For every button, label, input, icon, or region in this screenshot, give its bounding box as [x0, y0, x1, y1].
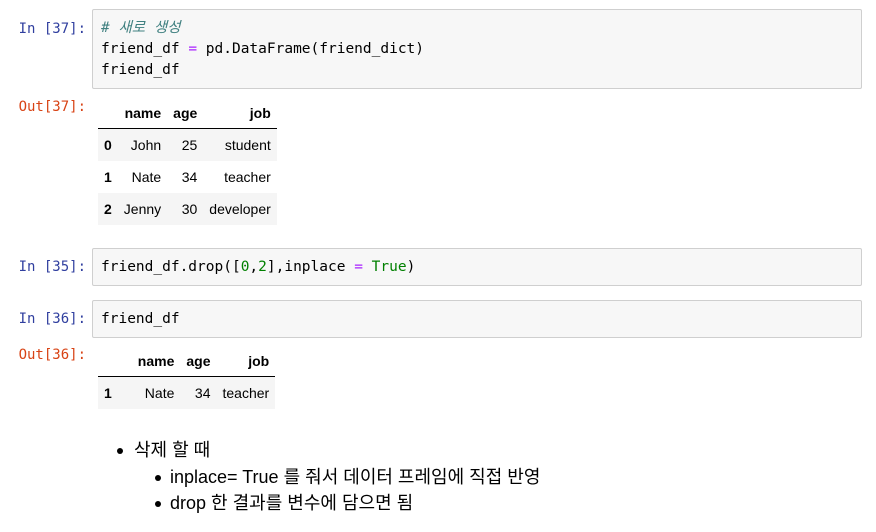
square-bullet-icon — [155, 501, 161, 507]
list-item-text: 삭제 할 때 — [134, 440, 211, 460]
index-header — [98, 345, 118, 377]
column-header: name — [117, 345, 181, 377]
sub-list-item-text: drop 한 결과를 변수에 담으면 됨 — [170, 493, 414, 513]
sub-list-item-text: inplace= True 를 줘서 데이터 프레임에 직접 반영 — [170, 467, 541, 487]
table-cell: 30 — [181, 201, 198, 217]
table-row: 0 John 25 student — [98, 128, 277, 161]
code-editor[interactable]: friend_df.drop([0,2],inplace = True) — [92, 248, 862, 286]
code-editor[interactable]: # 새로 생성 friend_df = pd.DataFrame(friend_… — [92, 9, 862, 89]
output-prompt: Out[36]: — [18, 347, 86, 363]
table-cell: teacher — [222, 385, 270, 401]
table-cell: developer — [209, 201, 271, 217]
code-editor[interactable]: friend_df — [92, 300, 862, 338]
code-comment: # 새로 생성 — [101, 20, 181, 36]
table-cell: Nate — [131, 169, 162, 185]
input-prompt: In [36]: — [18, 311, 86, 327]
table-cell: student — [224, 137, 271, 153]
index-header — [98, 97, 118, 129]
markdown-cell[interactable]: 삭제 할 때 inplace= True 를 줘서 데이터 프레임에 직접 반영… — [98, 436, 540, 516]
table-cell: 25 — [181, 137, 198, 153]
row-index: 2 — [104, 201, 112, 217]
dataframe-table: name age job 0 John 25 student 1 Nate 34… — [98, 97, 277, 225]
column-header: job — [203, 97, 277, 129]
list-item: 삭제 할 때 inplace= True 를 줘서 데이터 프레임에 직접 반영… — [98, 436, 540, 516]
bullet-list: 삭제 할 때 inplace= True 를 줘서 데이터 프레임에 직접 반영… — [98, 436, 540, 516]
table-row: 1 Nate 34 teacher — [98, 161, 277, 193]
output-prompt: Out[37]: — [18, 99, 86, 115]
row-index: 1 — [104, 169, 112, 185]
row-index: 0 — [104, 137, 112, 153]
bullet-icon — [117, 448, 123, 454]
table-cell: John — [130, 137, 162, 153]
table-header-row: name age job — [98, 345, 276, 377]
column-header: name — [117, 97, 168, 129]
table-cell: teacher — [224, 169, 271, 185]
code-line: friend_df — [101, 311, 180, 327]
column-header: age — [180, 345, 217, 377]
table-row: 2 Jenny 30 developer — [98, 193, 277, 225]
table-header-row: name age job — [98, 97, 277, 129]
row-index: 1 — [104, 385, 112, 401]
column-header: age — [167, 97, 204, 129]
dataframe-table: name age job 1 Nate 34 teacher — [98, 345, 276, 409]
table-cell: 34 — [194, 385, 211, 401]
code-line: # 새로 생성 — [101, 18, 853, 39]
sub-list-item: drop 한 결과를 변수에 담으면 됨 — [98, 490, 540, 516]
code-line: friend_df = pd.DataFrame(friend_dict) — [101, 41, 425, 57]
square-bullet-icon — [155, 475, 161, 481]
table-cell: Nate — [144, 385, 175, 401]
sub-list: inplace= True 를 줘서 데이터 프레임에 직접 반영 drop 한… — [98, 464, 540, 516]
table-cell: 34 — [181, 169, 198, 185]
table-row: 1 Nate 34 teacher — [98, 376, 276, 409]
input-prompt: In [37]: — [18, 21, 86, 37]
code-line: friend_df.drop([0,2],inplace = True) — [101, 259, 416, 275]
column-header: job — [216, 345, 276, 377]
input-prompt: In [35]: — [18, 259, 86, 275]
table-cell: Jenny — [123, 201, 162, 217]
sub-list-item: inplace= True 를 줘서 데이터 프레임에 직접 반영 — [98, 464, 540, 490]
code-line: friend_df — [101, 62, 180, 78]
